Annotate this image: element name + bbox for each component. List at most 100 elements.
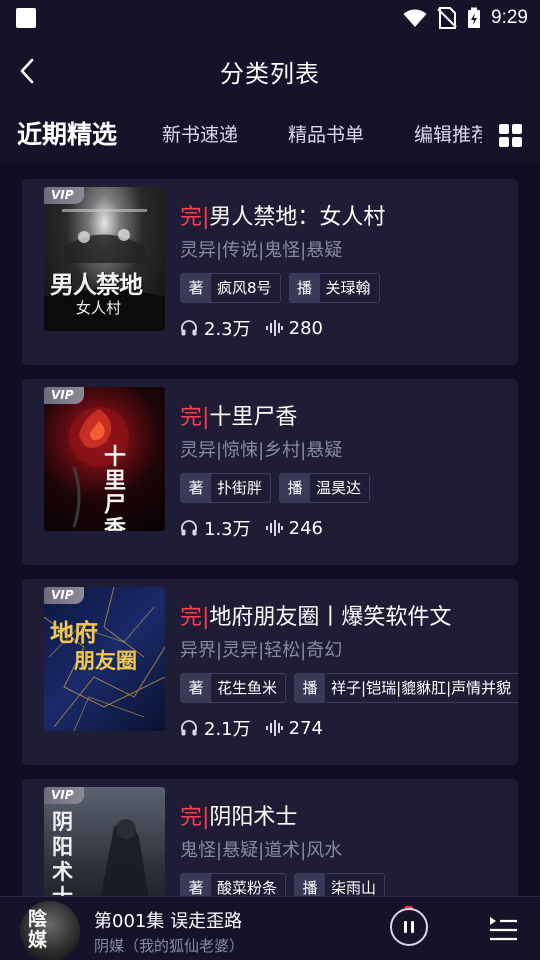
status-time: 9:29 xyxy=(491,7,528,28)
wifi-icon xyxy=(403,9,427,27)
no-sim-icon xyxy=(437,7,457,29)
pause-icon xyxy=(404,921,414,933)
narrator-key: 播 xyxy=(295,874,326,896)
author-key: 著 xyxy=(181,874,211,896)
tab-editor-picks[interactable]: 编辑推荐 xyxy=(414,106,490,164)
book-card[interactable]: VIP 男人禁地 女人村 完|男人禁地：女人村 灵异|传说|鬼怪|悬疑 著疯风8… xyxy=(22,179,518,365)
book-card[interactable]: VIP 阴阳术士 完|阴阳术士 鬼怪|悬疑|道术|风水 著酸菜粉条 播柒雨山 xyxy=(22,779,518,896)
book-list[interactable]: VIP 男人禁地 女人村 完|男人禁地：女人村 灵异|传说|鬼怪|悬疑 著疯风8… xyxy=(0,164,540,896)
author-name: 酸菜粉条 xyxy=(217,879,278,896)
status-bar: 9:29 xyxy=(0,0,540,36)
credits: 著酸菜粉条 播柒雨山 xyxy=(180,873,386,896)
book-title-row[interactable]: 完|地府朋友圈丨爆笑软件文 xyxy=(180,599,451,631)
narrator-name: 祥子|铠瑞|貔貅肛|声情并貌 xyxy=(331,679,512,697)
notification-square-icon xyxy=(16,8,36,28)
credits: 著花生鱼米 播祥子|铠瑞|貔貅肛|声情并貌 xyxy=(180,673,518,703)
book-name: 阴媒（我的狐仙老婆） xyxy=(94,937,245,955)
vip-badge: VIP xyxy=(44,187,84,204)
vip-badge: VIP xyxy=(44,587,84,604)
narrator-key: 播 xyxy=(289,274,320,302)
episodes-stat: 274 xyxy=(265,718,323,739)
episodes-icon xyxy=(265,720,283,736)
category-tabs: 近期精选 新书速递 精品书单 编辑推荐 xyxy=(0,106,540,164)
tab-recent-picks[interactable]: 近期精选 xyxy=(17,106,117,164)
plays-stat: 2.3万 xyxy=(180,315,251,341)
book-title-row[interactable]: 完|男人禁地：女人村 xyxy=(180,199,385,231)
author-name: 扑街胖 xyxy=(217,479,263,497)
cover-title: 十里尸香 xyxy=(104,444,127,531)
author-chip[interactable]: 著花生鱼米 xyxy=(180,673,287,703)
headphones-icon xyxy=(181,520,197,536)
book-stats: 1.3万 246 xyxy=(180,515,337,541)
author-chip[interactable]: 著酸菜粉条 xyxy=(180,873,287,896)
book-title: 十里尸香 xyxy=(209,405,298,430)
book-title: 地府朋友圈丨爆笑软件文 xyxy=(209,605,452,630)
tab-premium-lists[interactable]: 精品书单 xyxy=(288,106,364,164)
disc-title: 陰媒 xyxy=(28,908,48,951)
title-bar: 分类列表 xyxy=(0,36,540,106)
cover-title: 男人禁地 xyxy=(50,270,143,299)
category-grid-button[interactable] xyxy=(499,124,523,148)
book-title: 男人禁地：女人村 xyxy=(209,205,386,230)
narrator-name: 关琭翰 xyxy=(325,279,371,297)
cover-title: 阴阳术士 xyxy=(52,809,73,896)
author-key: 著 xyxy=(181,474,211,502)
narrator-chip[interactable]: 播柒雨山 xyxy=(294,873,386,896)
vip-badge: VIP xyxy=(44,787,84,804)
book-stats: 2.3万 280 xyxy=(180,315,337,341)
author-name: 疯风8号 xyxy=(217,279,272,297)
credits: 著扑街胖 播温昊达 xyxy=(180,473,371,503)
tab-new-books[interactable]: 新书速递 xyxy=(162,106,238,164)
vip-badge: VIP xyxy=(44,387,84,404)
plays-count: 1.3万 xyxy=(204,519,251,540)
now-playing-cover[interactable]: 陰媒 xyxy=(20,901,80,960)
author-key: 著 xyxy=(181,674,211,702)
book-cover: VIP 阴阳术士 xyxy=(44,787,165,896)
plays-stat: 2.1万 xyxy=(180,715,251,741)
episode-title[interactable]: 第001集 误走歪路 xyxy=(94,907,242,933)
episodes-icon xyxy=(265,520,283,536)
book-cover: VIP 地府 朋友圈 xyxy=(44,587,165,731)
book-cover: VIP 十里尸香 xyxy=(44,387,165,531)
cover-subtitle: 朋友圈 xyxy=(74,648,137,673)
narrator-name: 柒雨山 xyxy=(331,879,377,896)
book-tags: 灵异|惊悚|乡村|悬疑 xyxy=(180,440,343,461)
episodes-count: 280 xyxy=(288,317,323,339)
episodes-stat: 246 xyxy=(265,518,323,539)
narrator-chip[interactable]: 播温昊达 xyxy=(279,473,371,503)
book-cover: VIP 男人禁地 女人村 xyxy=(44,187,165,331)
credits: 著疯风8号 播关琭翰 xyxy=(180,273,380,303)
completed-badge: 完| xyxy=(180,205,210,230)
author-chip[interactable]: 著疯风8号 xyxy=(180,273,281,303)
page-title: 分类列表 xyxy=(220,60,320,88)
mini-player[interactable]: 陰媒 第001集 误走歪路 阴媒（我的狐仙老婆） xyxy=(0,896,540,960)
book-tags: 异界|灵异|轻松|奇幻 xyxy=(180,640,343,661)
status-icons: 9:29 xyxy=(403,6,528,30)
cover-subtitle: 女人村 xyxy=(76,299,122,317)
narrator-name: 温昊达 xyxy=(316,479,362,497)
completed-badge: 完| xyxy=(180,605,210,630)
narrator-key: 播 xyxy=(280,474,311,502)
author-name: 花生鱼米 xyxy=(217,679,278,697)
grid-icon xyxy=(499,124,509,134)
battery-charging-icon xyxy=(468,7,481,28)
plays-count: 2.1万 xyxy=(204,719,251,740)
book-card[interactable]: VIP 地府 朋友圈 完|地府朋友圈丨爆笑软件文 异界|灵异|轻松|奇幻 著花生… xyxy=(22,579,518,765)
plays-count: 2.3万 xyxy=(204,319,251,340)
narrator-chip[interactable]: 播祥子|铠瑞|貔貅肛|声情并貌 xyxy=(294,673,518,703)
episodes-icon xyxy=(265,320,283,336)
pause-button[interactable] xyxy=(390,908,428,946)
book-tags: 灵异|传说|鬼怪|悬疑 xyxy=(180,240,343,261)
book-tags: 鬼怪|悬疑|道术|风水 xyxy=(180,840,343,861)
completed-badge: 完| xyxy=(180,805,210,830)
author-key: 著 xyxy=(181,274,211,302)
headphones-icon xyxy=(181,720,197,736)
author-chip[interactable]: 著扑街胖 xyxy=(180,473,272,503)
book-title-row[interactable]: 完|阴阳术士 xyxy=(180,799,297,831)
episodes-stat: 280 xyxy=(265,318,323,339)
book-card[interactable]: VIP 十里尸香 完|十里尸香 灵异|惊悚|乡村|悬疑 著扑街胖 播温昊达 1.… xyxy=(22,379,518,565)
playlist-button[interactable] xyxy=(488,914,518,942)
episodes-count: 246 xyxy=(288,517,323,539)
book-title-row[interactable]: 完|十里尸香 xyxy=(180,399,297,431)
narrator-chip[interactable]: 播关琭翰 xyxy=(288,273,380,303)
